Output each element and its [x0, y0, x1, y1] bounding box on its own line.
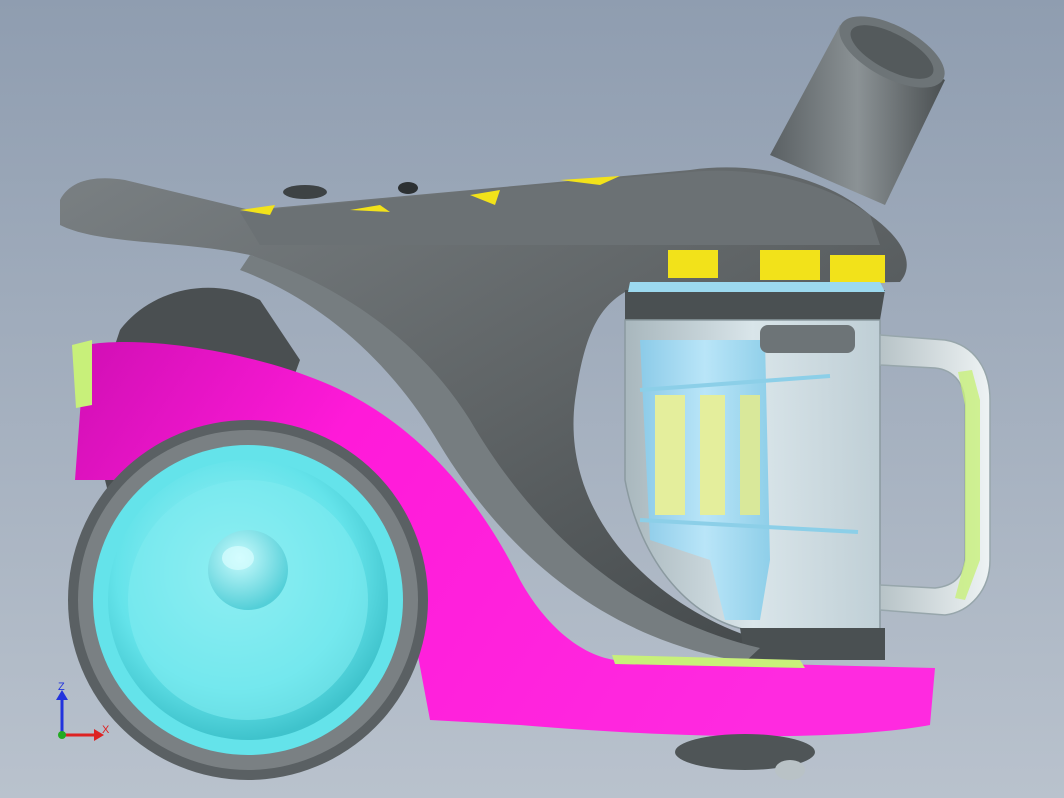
vacuum-cleaner-model[interactable]: Z X: [0, 0, 1064, 798]
bin-latch[interactable]: [760, 325, 855, 353]
filter-mesh-right: [700, 395, 725, 515]
filter-mesh-left: [655, 395, 685, 515]
dust-bin-base: [740, 628, 885, 660]
dust-bin-lid-rim: [628, 282, 885, 292]
axis-y-dot: [58, 731, 66, 739]
dust-bin-lid: [625, 290, 885, 320]
cad-viewport[interactable]: Z X: [0, 0, 1064, 798]
top-button-left[interactable]: [283, 185, 327, 199]
axis-z-label: Z: [58, 681, 65, 693]
wheel-hub: [208, 530, 288, 610]
filter-mesh-far: [740, 395, 760, 515]
axis-x-label: X: [102, 724, 110, 736]
top-button-right[interactable]: [398, 182, 418, 194]
